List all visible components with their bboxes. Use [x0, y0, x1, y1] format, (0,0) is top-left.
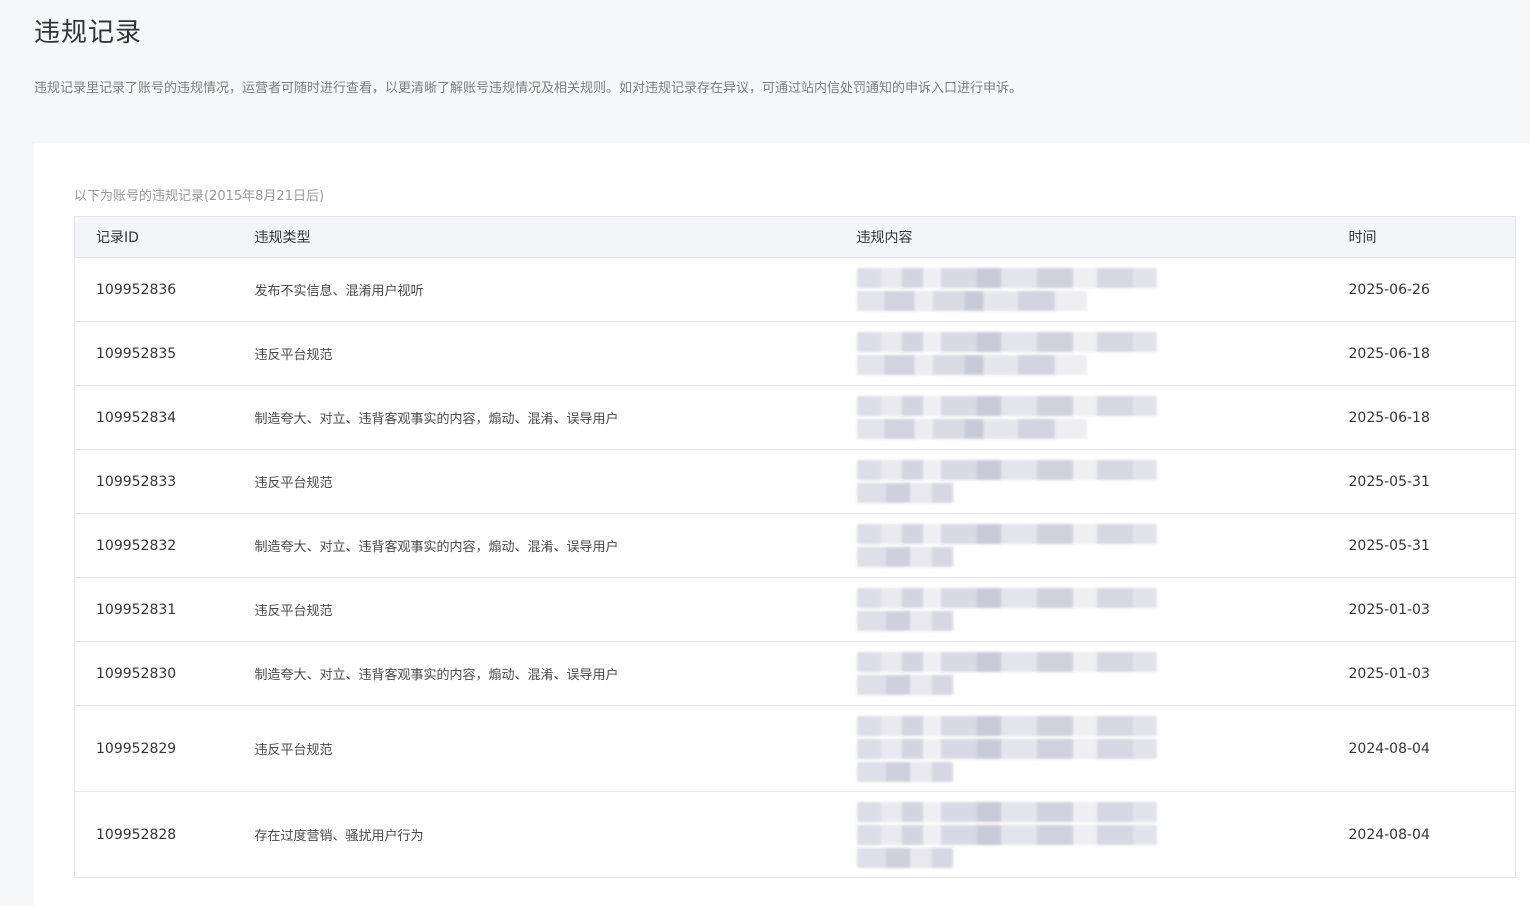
violation-type: 违反平台规范 — [233, 449, 836, 514]
table-row: 109952830 制造夸大、对立、违背客观事实的内容，煽动、混淆、误导用户 2… — [74, 641, 1516, 706]
violation-type: 发布不实信息、混淆用户视听 — [233, 257, 836, 322]
violation-content — [835, 257, 1328, 322]
violation-content — [835, 513, 1328, 578]
table-row: 109952834 制造夸大、对立、违背客观事实的内容，煽动、混淆、误导用户 2… — [74, 385, 1516, 450]
record-id: 109952832 — [74, 513, 234, 578]
record-time: 2025-01-03 — [1327, 641, 1516, 706]
table-row: 109952836 发布不实信息、混淆用户视听 2025-06-26 — [74, 257, 1516, 322]
record-time: 2025-05-31 — [1327, 513, 1516, 578]
violation-content — [835, 577, 1328, 642]
blurred-content — [856, 715, 1157, 782]
blurred-content — [856, 332, 1157, 375]
violation-type: 制造夸大、对立、违背客观事实的内容，煽动、混淆、误导用户 — [233, 641, 836, 706]
record-id: 109952836 — [74, 257, 234, 322]
record-time: 2025-05-31 — [1327, 449, 1516, 514]
violation-content — [835, 791, 1328, 878]
column-header-id: 记录ID — [74, 216, 234, 258]
record-time: 2025-06-18 — [1327, 321, 1516, 386]
record-time: 2025-06-26 — [1327, 257, 1516, 322]
record-time: 2025-01-03 — [1327, 577, 1516, 642]
violation-records-table: 记录ID 违规类型 违规内容 时间 109952836 发布不实信息、混淆用户视… — [74, 216, 1516, 878]
records-caption: 以下为账号的违规记录(2015年8月21日后) — [74, 189, 325, 204]
page-description: 违规记录里记录了账号的违规情况，运营者可随时进行查看，以更清晰了解账号违规情况及… — [34, 81, 1023, 96]
table-row: 109952829 违反平台规范 2024-08-04 — [74, 705, 1516, 792]
blurred-content — [856, 524, 1157, 567]
record-id: 109952834 — [74, 385, 234, 450]
table-row: 109952831 违反平台规范 2025-01-03 — [74, 577, 1516, 642]
table-row: 109952832 制造夸大、对立、违背客观事实的内容，煽动、混淆、误导用户 2… — [74, 513, 1516, 578]
table-header-row: 记录ID 违规类型 违规内容 时间 — [74, 216, 1516, 258]
record-id: 109952835 — [74, 321, 234, 386]
record-id: 109952831 — [74, 577, 234, 642]
violation-type: 违反平台规范 — [233, 321, 836, 386]
column-header-content: 违规内容 — [835, 216, 1328, 258]
violation-content — [835, 385, 1328, 450]
blurred-content — [856, 588, 1157, 631]
column-header-time: 时间 — [1327, 216, 1516, 258]
table-row: 109952833 违反平台规范 2025-05-31 — [74, 449, 1516, 514]
blurred-content — [856, 268, 1157, 311]
violation-type: 违反平台规范 — [233, 577, 836, 642]
record-time: 2024-08-04 — [1327, 791, 1516, 878]
records-card: 以下为账号的违规记录(2015年8月21日后) 记录ID 违规类型 违规内容 时… — [34, 143, 1530, 906]
violation-type: 违反平台规范 — [233, 705, 836, 792]
record-id: 109952829 — [74, 705, 234, 792]
violation-content — [835, 705, 1328, 792]
blurred-content — [856, 396, 1157, 439]
table-row: 109952835 违反平台规范 2025-06-18 — [74, 321, 1516, 386]
violation-type: 制造夸大、对立、违背客观事实的内容，煽动、混淆、误导用户 — [233, 385, 836, 450]
record-id: 109952828 — [74, 791, 234, 878]
violation-type: 制造夸大、对立、违背客观事实的内容，煽动、混淆、误导用户 — [233, 513, 836, 578]
record-id: 109952830 — [74, 641, 234, 706]
blurred-content — [856, 801, 1157, 868]
violation-content — [835, 449, 1328, 514]
column-header-type: 违规类型 — [233, 216, 836, 258]
table-row: 109952828 存在过度营销、骚扰用户行为 2024-08-04 — [74, 791, 1516, 878]
blurred-content — [856, 460, 1157, 503]
violation-content — [835, 641, 1328, 706]
record-time: 2025-06-18 — [1327, 385, 1516, 450]
record-id: 109952833 — [74, 449, 234, 514]
violation-type: 存在过度营销、骚扰用户行为 — [233, 791, 836, 878]
record-time: 2024-08-04 — [1327, 705, 1516, 792]
page-title: 违规记录 — [34, 18, 143, 48]
blurred-content — [856, 652, 1157, 695]
violation-content — [835, 321, 1328, 386]
